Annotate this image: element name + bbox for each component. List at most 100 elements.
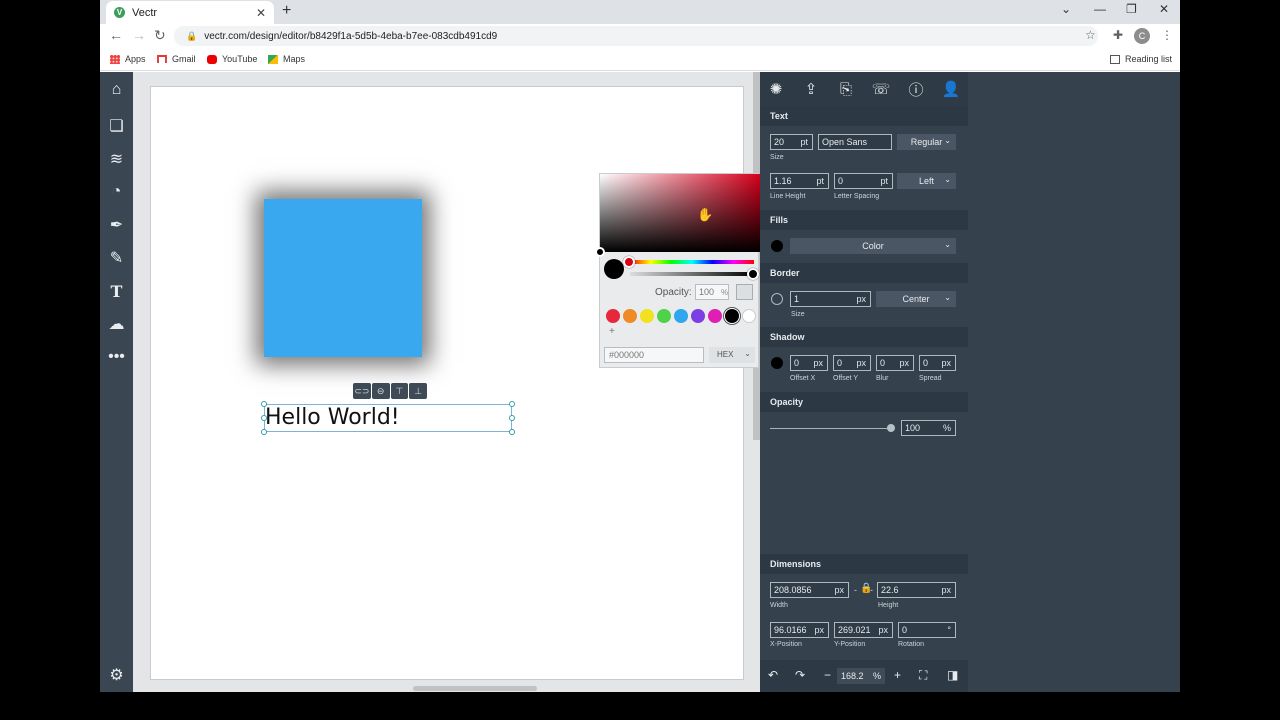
color-mode-select[interactable]: HEX ⌄ xyxy=(709,347,755,363)
align-top-icon[interactable]: ⊤ xyxy=(390,383,409,399)
swatch-4[interactable] xyxy=(674,309,688,323)
hex-input[interactable]: #000000 xyxy=(604,347,704,363)
swatch-1[interactable] xyxy=(623,309,637,323)
toggle-panel-icon[interactable]: ◨ xyxy=(947,668,958,682)
saturation-value-area[interactable] xyxy=(600,174,760,252)
share-icon[interactable]: ⎘ xyxy=(837,80,855,98)
shadow-offset-y-input[interactable]: 0 px xyxy=(833,355,871,371)
extensions-icon[interactable]: ✚ xyxy=(1113,28,1123,42)
rotation-input[interactable]: 0 ° xyxy=(898,622,956,638)
forward-icon[interactable]: → xyxy=(132,27,146,43)
swatch-6[interactable] xyxy=(708,309,722,323)
resize-handle-top-right[interactable] xyxy=(509,401,515,407)
swatch-0[interactable] xyxy=(606,309,620,323)
resize-handle-top-left[interactable] xyxy=(261,401,267,407)
line-height-input[interactable]: 1.16 pt xyxy=(770,173,829,189)
properties-icon[interactable]: ✺ xyxy=(767,80,785,98)
redo-icon[interactable]: ↷ xyxy=(795,668,805,682)
more-icon[interactable]: ••• xyxy=(100,344,133,370)
horizontal-scrollbar[interactable] xyxy=(413,686,537,691)
back-icon[interactable]: ← xyxy=(109,27,123,43)
font-size-input[interactable]: 20 pt xyxy=(770,134,813,150)
border-color-swatch[interactable] xyxy=(771,293,783,305)
font-weight-select[interactable]: Regular ⌄ xyxy=(897,134,956,150)
canvas-workspace[interactable] xyxy=(133,72,760,692)
resize-handle-left[interactable] xyxy=(261,415,267,421)
shadow-offset-x-input[interactable]: 0 px xyxy=(790,355,828,371)
browser-menu-icon[interactable]: ⋮ xyxy=(1161,28,1173,42)
width-input[interactable]: 208.0856 px xyxy=(770,582,849,598)
zoom-input[interactable]: 168.2 % xyxy=(837,668,885,684)
tab-search-chevron-icon[interactable]: ⌄ xyxy=(1061,2,1071,16)
saturation-knob[interactable] xyxy=(595,247,605,257)
resize-handle-bottom-left[interactable] xyxy=(261,429,267,435)
reading-list-button[interactable]: Reading list xyxy=(1110,54,1172,64)
resize-handle-bottom-right[interactable] xyxy=(509,429,515,435)
browser-tab[interactable]: V Vectr ✕ xyxy=(106,1,274,24)
tab-close-icon[interactable]: ✕ xyxy=(256,6,266,20)
border-size-input[interactable]: 1 px xyxy=(790,291,871,307)
font-family-input[interactable]: Open Sans xyxy=(818,134,892,150)
add-swatch-icon[interactable]: + xyxy=(609,326,615,337)
hue-slider[interactable] xyxy=(630,260,754,264)
fill-type-select[interactable]: Color ⌄ xyxy=(790,238,956,254)
text-tool-icon[interactable]: T xyxy=(100,278,133,304)
letter-spacing-input[interactable]: 0 pt xyxy=(834,173,893,189)
account-icon[interactable]: 👤 xyxy=(942,80,961,98)
zoom-out-icon[interactable]: − xyxy=(824,668,831,682)
object-opacity-input[interactable]: 100 % xyxy=(901,420,956,436)
layers-icon[interactable]: ≋ xyxy=(100,146,133,172)
opacity-slider-knob[interactable] xyxy=(887,424,895,432)
x-position-input[interactable]: 96.0166 px xyxy=(770,622,829,638)
export-icon[interactable]: ⇪ xyxy=(802,80,820,98)
window-close-icon[interactable]: ✕ xyxy=(1159,2,1169,16)
minimize-icon[interactable]: — xyxy=(1094,2,1106,16)
swatch-3[interactable] xyxy=(657,309,671,323)
link-icon[interactable]: ⊂⊃ xyxy=(353,383,371,399)
blue-square-shape[interactable] xyxy=(264,199,422,357)
border-position-select[interactable]: Center ⌄ xyxy=(876,291,956,307)
profile-avatar[interactable]: C xyxy=(1134,28,1150,44)
shapes-icon[interactable]: ◔ xyxy=(100,179,133,205)
bookmark-apps[interactable]: Apps xyxy=(110,54,146,64)
opacity-slider-track[interactable] xyxy=(770,428,890,429)
height-input[interactable]: 22.6 px xyxy=(877,582,956,598)
reload-icon[interactable]: ↻ xyxy=(154,27,166,44)
address-bar[interactable]: 🔒 vectr.com/design/editor/b8429f1a-5d5b-… xyxy=(174,26,1098,46)
bookmark-youtube[interactable]: YouTube xyxy=(207,54,257,64)
zoom-in-icon[interactable]: + xyxy=(894,668,901,682)
x-position-unit: px xyxy=(814,625,824,635)
info-icon[interactable]: ⓘ xyxy=(907,80,925,99)
fill-color-swatch[interactable] xyxy=(771,240,783,252)
pages-icon[interactable]: ❏ xyxy=(100,113,133,139)
shadow-color-swatch[interactable] xyxy=(771,357,783,369)
swatch-2[interactable] xyxy=(640,309,654,323)
pen-tool-icon[interactable]: ✒ xyxy=(100,212,133,238)
new-tab-icon[interactable]: + xyxy=(282,2,291,20)
restore-icon[interactable]: ❐ xyxy=(1126,2,1137,16)
strikethrough-icon[interactable]: ⊖ xyxy=(371,383,390,399)
bookmark-maps[interactable]: Maps xyxy=(268,54,305,64)
comments-icon[interactable]: ☏ xyxy=(872,80,891,98)
shadow-spread-input[interactable]: 0 px xyxy=(919,355,956,371)
shadow-blur-input[interactable]: 0 px xyxy=(876,355,914,371)
alpha-slider[interactable] xyxy=(630,272,754,276)
y-position-input[interactable]: 269.021 px xyxy=(834,622,893,638)
fit-screen-icon[interactable]: ⛶ xyxy=(919,668,927,683)
text-align-select[interactable]: Left ⌄ xyxy=(897,173,956,189)
bookmark-star-icon[interactable]: ☆ xyxy=(1085,28,1096,42)
swatch-8[interactable] xyxy=(742,309,756,323)
swatch-5[interactable] xyxy=(691,309,705,323)
undo-icon[interactable]: ↶ xyxy=(768,668,778,682)
pencil-icon[interactable]: ✎ xyxy=(100,245,133,271)
resize-handle-right[interactable] xyxy=(509,415,515,421)
swatch-7[interactable] xyxy=(725,309,739,323)
home-icon[interactable]: ⌂ xyxy=(100,77,133,103)
settings-icon[interactable]: ⚙ xyxy=(100,662,133,688)
selected-text-object[interactable]: Hello World! xyxy=(264,404,512,432)
upload-icon[interactable]: ☁ xyxy=(100,311,133,337)
bookmark-gmail[interactable]: Gmail xyxy=(157,54,196,64)
hue-knob[interactable] xyxy=(623,256,635,268)
alpha-knob[interactable] xyxy=(747,268,759,280)
align-bottom-icon[interactable]: ⊥ xyxy=(409,383,427,399)
